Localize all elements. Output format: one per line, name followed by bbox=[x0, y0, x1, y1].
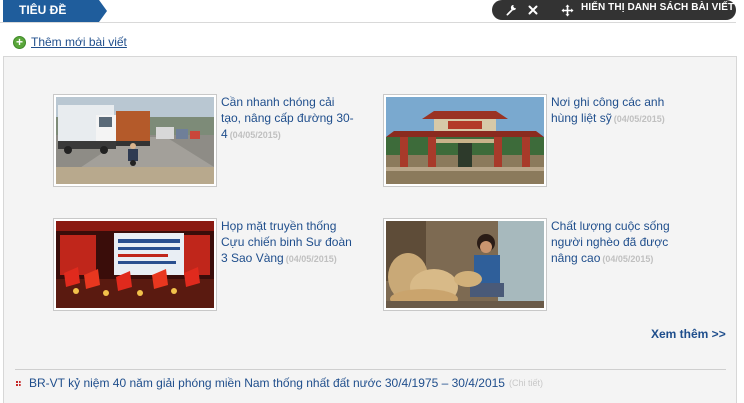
close-icon[interactable] bbox=[526, 3, 540, 17]
stage-flags-image bbox=[56, 221, 214, 308]
section-divider bbox=[15, 369, 726, 370]
basket-weaver-image bbox=[386, 221, 544, 308]
add-post-link[interactable]: Thêm mới bài viết bbox=[31, 35, 127, 49]
article-thumbnail[interactable] bbox=[383, 218, 547, 311]
article-thumbnail[interactable] bbox=[53, 218, 217, 311]
bullet-icon bbox=[16, 380, 21, 386]
article-title[interactable]: Nơi ghi công các anh hùng liệt sỹ (04/05/… bbox=[551, 94, 685, 127]
detail-link[interactable]: (Chi tiết) bbox=[509, 378, 543, 388]
see-more-link[interactable]: Xem thêm >> bbox=[651, 327, 726, 341]
article-card: Cần nhanh chóng cải tạo, nâng cấp đường … bbox=[53, 94, 355, 190]
move-icon[interactable] bbox=[560, 3, 574, 17]
module-header: TIÊU ĐỀ HIỂN THỊ DANH SÁCH BÀI VIẾT bbox=[0, 0, 744, 24]
article-title[interactable]: Chất lượng cuộc sống người nghèo đã được… bbox=[551, 218, 685, 267]
article-date: (04/05/2015) bbox=[285, 254, 337, 264]
admin-toolbar: HIỂN THỊ DANH SÁCH BÀI VIẾT bbox=[492, 0, 736, 20]
article-card: Nơi ghi công các anh hùng liệt sỹ (04/05/… bbox=[383, 94, 683, 190]
article-thumbnail[interactable] bbox=[53, 94, 217, 187]
highway-trucks-image bbox=[56, 97, 214, 184]
bottom-article-link[interactable]: BR-VT kỷ niệm 40 năm giải phóng miền Nam… bbox=[29, 376, 505, 390]
article-date: (04/05/2015) bbox=[602, 254, 654, 264]
article-thumbnail[interactable] bbox=[383, 94, 547, 187]
article-title[interactable]: Cần nhanh chóng cải tạo, nâng cấp đường … bbox=[221, 94, 355, 143]
add-post-row: + Thêm mới bài viết bbox=[13, 34, 127, 50]
article-title[interactable]: Họp mặt truyền thống Cựu chiến binh Sư đ… bbox=[221, 218, 355, 267]
add-icon[interactable]: + bbox=[13, 35, 26, 49]
wrench-icon[interactable] bbox=[504, 3, 518, 17]
module-title: TIÊU ĐỀ bbox=[3, 0, 107, 22]
show-article-list-link[interactable]: HIỂN THỊ DANH SÁCH BÀI VIẾT bbox=[581, 2, 734, 13]
article-date: (04/05/2015) bbox=[613, 114, 665, 124]
article-card: Chất lượng cuộc sống người nghèo đã được… bbox=[383, 218, 683, 314]
memorial-gate-image bbox=[386, 97, 544, 184]
header-divider bbox=[0, 22, 736, 23]
list-item: BR-VT kỷ niệm 40 năm giải phóng miền Nam… bbox=[16, 375, 543, 391]
articles-panel: Cần nhanh chóng cải tạo, nâng cấp đường … bbox=[3, 56, 737, 403]
article-card: Họp mặt truyền thống Cựu chiến binh Sư đ… bbox=[53, 218, 353, 314]
article-date: (04/05/2015) bbox=[229, 130, 281, 140]
